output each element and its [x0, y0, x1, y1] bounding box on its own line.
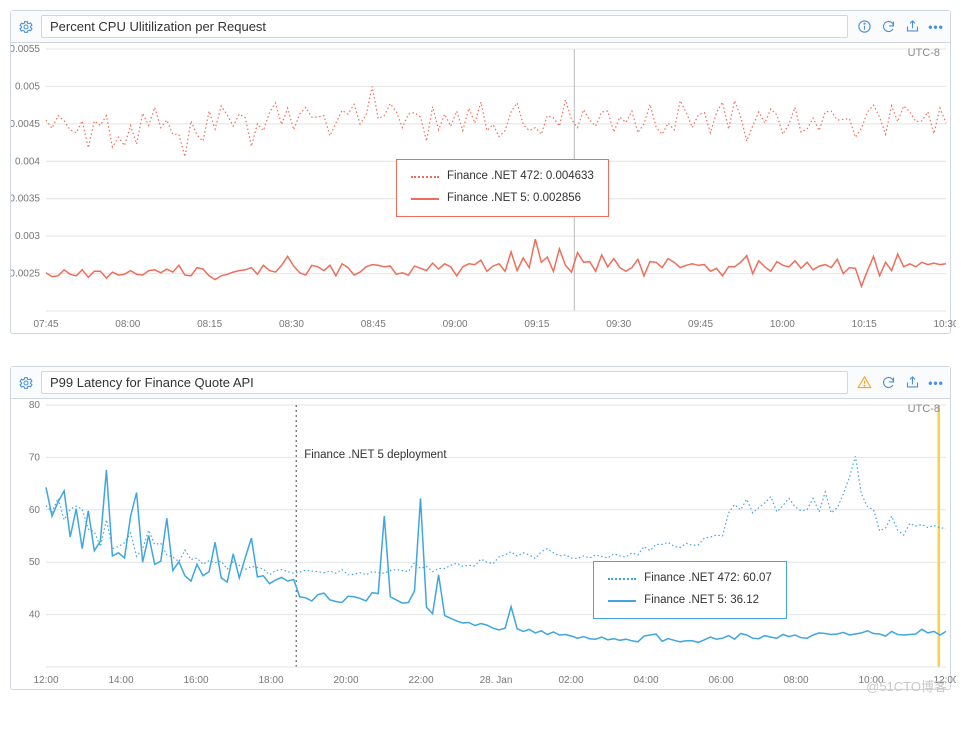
panel-header: •••	[11, 11, 950, 43]
legend-swatch-solid	[411, 198, 439, 200]
svg-text:02:00: 02:00	[558, 675, 583, 686]
svg-text:20:00: 20:00	[333, 675, 358, 686]
svg-text:0.0045: 0.0045	[11, 119, 40, 130]
settings-gear-icon[interactable]	[17, 18, 35, 36]
svg-text:09:00: 09:00	[443, 319, 468, 330]
panel-actions: •••	[856, 19, 944, 35]
legend-box: Finance .NET 472: 60.07 Finance .NET 5: …	[593, 561, 787, 619]
svg-text:08:30: 08:30	[279, 319, 304, 330]
svg-text:08:45: 08:45	[361, 319, 386, 330]
svg-text:18:00: 18:00	[258, 675, 283, 686]
settings-gear-icon[interactable]	[17, 374, 35, 392]
chart-cpu[interactable]: UTC-8 0.0025 0.003 0.0035 0.004 0.0045 0.005 0…	[11, 43, 950, 333]
svg-text:16:00: 16:00	[183, 675, 208, 686]
svg-text:12:00: 12:00	[33, 675, 58, 686]
svg-text:08:15: 08:15	[197, 319, 222, 330]
refresh-icon[interactable]	[880, 375, 896, 391]
refresh-icon[interactable]	[880, 19, 896, 35]
svg-text:04:00: 04:00	[633, 675, 658, 686]
info-icon[interactable]	[856, 19, 872, 35]
legend-label: Finance .NET 5: 0.002856	[447, 188, 581, 210]
legend-label: Finance .NET 472: 0.004633	[447, 166, 594, 188]
legend-swatch-dotted	[411, 176, 439, 178]
panel-header: •••	[11, 367, 950, 399]
svg-text:60: 60	[29, 505, 41, 516]
timezone-label: UTC-8	[908, 47, 940, 59]
svg-text:09:45: 09:45	[688, 319, 713, 330]
legend-box: Finance .NET 472: 0.004633 Finance .NET …	[396, 159, 609, 217]
svg-text:0.0055: 0.0055	[11, 44, 40, 55]
panel-cpu: ••• UTC-8 0.0025 0.003 0.0035 0.004 0.0045 0.…	[10, 10, 951, 334]
warning-icon[interactable]	[856, 375, 872, 391]
more-icon[interactable]: •••	[928, 375, 944, 391]
share-icon[interactable]	[904, 19, 920, 35]
annotation-label: Finance .NET 5 deployment	[304, 449, 446, 461]
legend-entry-472: Finance .NET 472: 0.004633	[411, 166, 594, 188]
svg-text:40: 40	[29, 610, 41, 621]
svg-text:70: 70	[29, 452, 41, 463]
svg-text:0.0035: 0.0035	[11, 194, 40, 205]
watermark: @51CTO博客	[866, 676, 947, 695]
svg-text:07:45: 07:45	[33, 319, 58, 330]
share-icon[interactable]	[904, 375, 920, 391]
svg-text:14:00: 14:00	[108, 675, 133, 686]
svg-text:80: 80	[29, 400, 41, 411]
legend-label: Finance .NET 5: 36.12	[644, 590, 759, 612]
svg-text:22:00: 22:00	[408, 675, 433, 686]
svg-text:0.005: 0.005	[15, 81, 40, 92]
chart-latency[interactable]: UTC-8 40 50 60 70 80 12:00 14:00 16:00 18:00 20:0…	[11, 399, 950, 689]
svg-text:50: 50	[29, 557, 41, 568]
svg-text:06:00: 06:00	[708, 675, 733, 686]
legend-entry-5: Finance .NET 5: 0.002856	[411, 188, 594, 210]
svg-text:28. Jan: 28. Jan	[480, 675, 513, 686]
svg-text:08:00: 08:00	[115, 319, 140, 330]
svg-text:0.003: 0.003	[15, 231, 40, 242]
svg-text:09:30: 09:30	[606, 319, 631, 330]
svg-text:10:30: 10:30	[933, 319, 956, 330]
panel-title-input[interactable]	[41, 371, 848, 394]
panel-actions: •••	[856, 375, 944, 391]
svg-text:0.0025: 0.0025	[11, 269, 40, 280]
timezone-label: UTC-8	[908, 403, 940, 415]
legend-entry-472: Finance .NET 472: 60.07	[608, 568, 772, 590]
legend-swatch-solid	[608, 600, 636, 602]
svg-text:09:15: 09:15	[524, 319, 549, 330]
panel-title-input[interactable]	[41, 15, 848, 38]
svg-text:08:00: 08:00	[783, 675, 808, 686]
more-icon[interactable]: •••	[928, 19, 944, 35]
legend-swatch-dotted	[608, 578, 636, 580]
legend-entry-5: Finance .NET 5: 36.12	[608, 590, 772, 612]
svg-text:10:15: 10:15	[852, 319, 877, 330]
svg-text:10:00: 10:00	[770, 319, 795, 330]
legend-label: Finance .NET 472: 60.07	[644, 568, 772, 590]
panel-latency: ••• UTC-8 40 50 60 70 80 12:00 14:00 16:00 18:00…	[10, 366, 951, 690]
svg-text:0.004: 0.004	[15, 156, 40, 167]
